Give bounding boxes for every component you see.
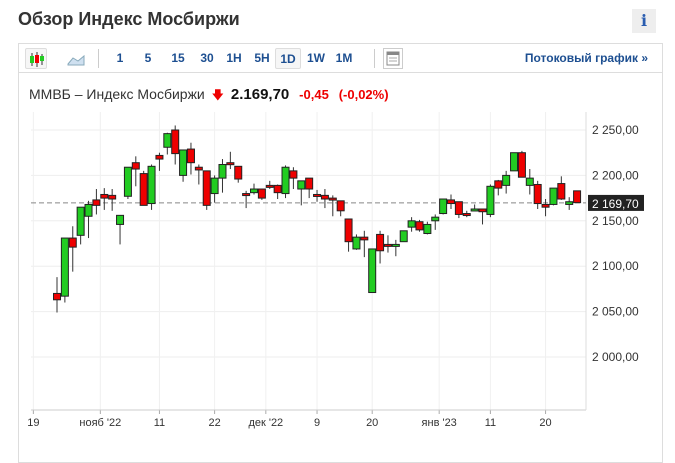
y-tick-label: 2 250,00 xyxy=(592,123,639,137)
candle-down xyxy=(462,213,471,217)
candle-up xyxy=(210,177,219,195)
x-tick-label: дек '22 xyxy=(248,417,283,429)
candle-up xyxy=(407,220,416,228)
candle-down xyxy=(92,199,101,206)
candle-down xyxy=(328,197,337,201)
candle-down xyxy=(344,218,353,243)
candle-down xyxy=(108,194,117,200)
candle-down xyxy=(320,194,329,200)
candle-down xyxy=(305,177,314,190)
candle-down xyxy=(186,148,195,164)
x-tick-label: 20 xyxy=(366,417,378,429)
candle-down xyxy=(447,199,455,205)
y-tick-label: 2 100,00 xyxy=(592,259,639,273)
candlestick-chart[interactable]: 2 250,00 2 200,00 2 150,00 2 100,00 2 050,00… xyxy=(0,0,675,449)
candle-up xyxy=(549,187,558,205)
candle-up xyxy=(423,223,432,235)
candle-up xyxy=(431,216,440,222)
candle-up xyxy=(123,166,132,197)
y-tick-label: 2 050,00 xyxy=(592,305,639,319)
candle-down xyxy=(131,162,140,170)
candle-up xyxy=(368,248,377,294)
candle-down xyxy=(533,183,542,205)
candle-up xyxy=(565,201,574,205)
candle-down xyxy=(53,292,61,301)
candle-down xyxy=(242,193,251,197)
candle-down xyxy=(226,162,235,166)
candle-up xyxy=(297,180,306,190)
candle-down xyxy=(273,184,282,194)
x-tick-label: 20 xyxy=(539,417,551,429)
candle-up xyxy=(281,166,290,195)
candle-up xyxy=(250,188,258,194)
candle-down xyxy=(139,173,148,206)
candle-down xyxy=(202,170,211,206)
x-tick-label: 9 xyxy=(314,417,320,429)
candle-down xyxy=(336,200,345,212)
candle-down xyxy=(171,129,180,155)
candle-up xyxy=(147,165,156,205)
candle-down xyxy=(194,166,203,171)
candle-down xyxy=(454,201,463,215)
candle-up xyxy=(218,164,227,179)
candle-up xyxy=(60,237,69,297)
candle-up xyxy=(76,206,85,236)
x-tick-label: 11 xyxy=(154,417,165,429)
last-price-label: 2 169,70 xyxy=(592,197,639,211)
candle-down xyxy=(313,193,322,197)
candle-down xyxy=(155,154,164,160)
candle-up xyxy=(510,152,519,172)
candle-up xyxy=(470,208,479,212)
candle-down xyxy=(257,188,266,199)
candle-down xyxy=(383,243,392,247)
candle-down xyxy=(265,184,274,188)
candle-down xyxy=(68,237,77,248)
candle-up xyxy=(352,236,361,250)
candle-down xyxy=(234,165,243,180)
candle-up xyxy=(163,133,172,148)
candle-down xyxy=(557,183,566,200)
candle-down xyxy=(415,221,424,231)
candle-down xyxy=(541,203,550,208)
candle-up xyxy=(399,230,408,243)
candle-up xyxy=(116,214,125,225)
y-tick-label: 2 200,00 xyxy=(592,168,639,182)
y-tick-label: 2 000,00 xyxy=(592,350,639,364)
candle-down xyxy=(360,236,369,241)
candle-down xyxy=(100,193,109,199)
candle-up xyxy=(439,198,448,215)
candle-up xyxy=(502,174,511,186)
candle-up xyxy=(525,177,534,186)
candle-down xyxy=(478,208,487,213)
candle-up xyxy=(179,149,188,176)
candle-down xyxy=(376,233,385,252)
x-tick-label: нояб '22 xyxy=(79,417,121,429)
x-tick-label: янв '23 xyxy=(422,417,457,429)
x-tick-label: 22 xyxy=(208,417,220,429)
candle-down xyxy=(494,180,503,189)
candle-down xyxy=(289,170,298,179)
x-tick-label: 11 xyxy=(485,417,496,429)
candle-up xyxy=(486,185,495,215)
candle-down xyxy=(573,190,582,204)
candle-down xyxy=(517,152,526,178)
y-tick-label: 2 150,00 xyxy=(592,214,639,228)
x-tick-label: 19 xyxy=(27,417,39,429)
candle-up xyxy=(391,243,400,247)
candle-up xyxy=(84,203,93,217)
